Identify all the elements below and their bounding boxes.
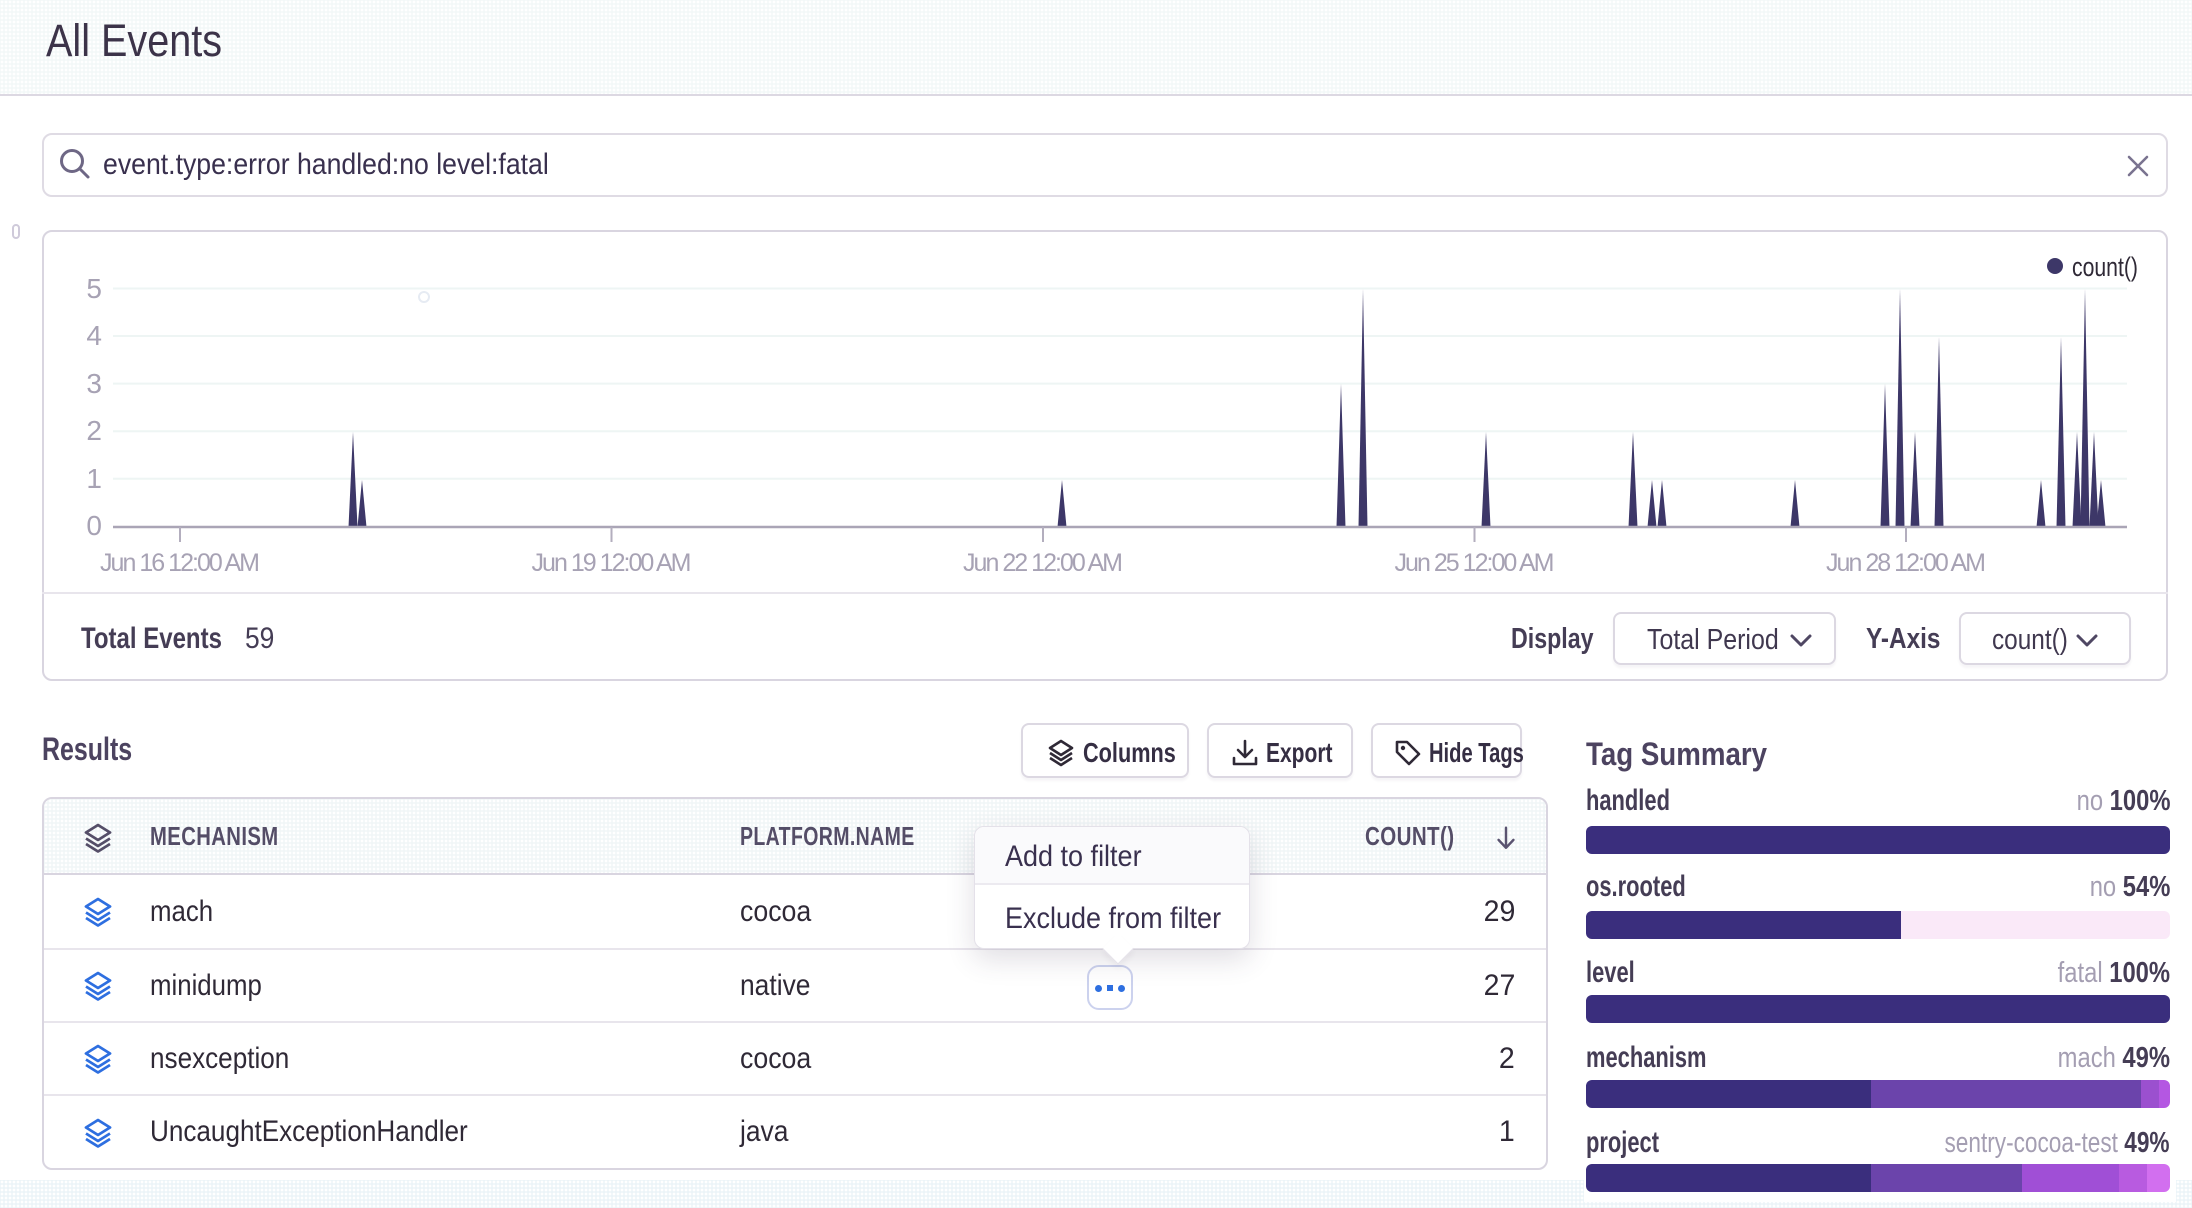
- svg-text:Jun 19 12:00 AM: Jun 19 12:00 AM: [532, 549, 692, 577]
- svg-text:1: 1: [86, 463, 102, 494]
- svg-text:Jun 25 12:00 AM: Jun 25 12:00 AM: [1395, 549, 1555, 577]
- svg-text:0: 0: [86, 510, 102, 541]
- svg-text:3: 3: [86, 368, 102, 399]
- svg-text:count(): count(): [2072, 252, 2138, 282]
- svg-text:2: 2: [86, 415, 102, 446]
- svg-text:5: 5: [86, 273, 102, 304]
- svg-text:4: 4: [86, 320, 102, 351]
- svg-text:Jun 22 12:00 AM: Jun 22 12:00 AM: [963, 549, 1123, 577]
- svg-text:Jun 28 12:00 AM: Jun 28 12:00 AM: [1826, 549, 1986, 577]
- svg-text:Jun 16 12:00 AM: Jun 16 12:00 AM: [100, 549, 260, 577]
